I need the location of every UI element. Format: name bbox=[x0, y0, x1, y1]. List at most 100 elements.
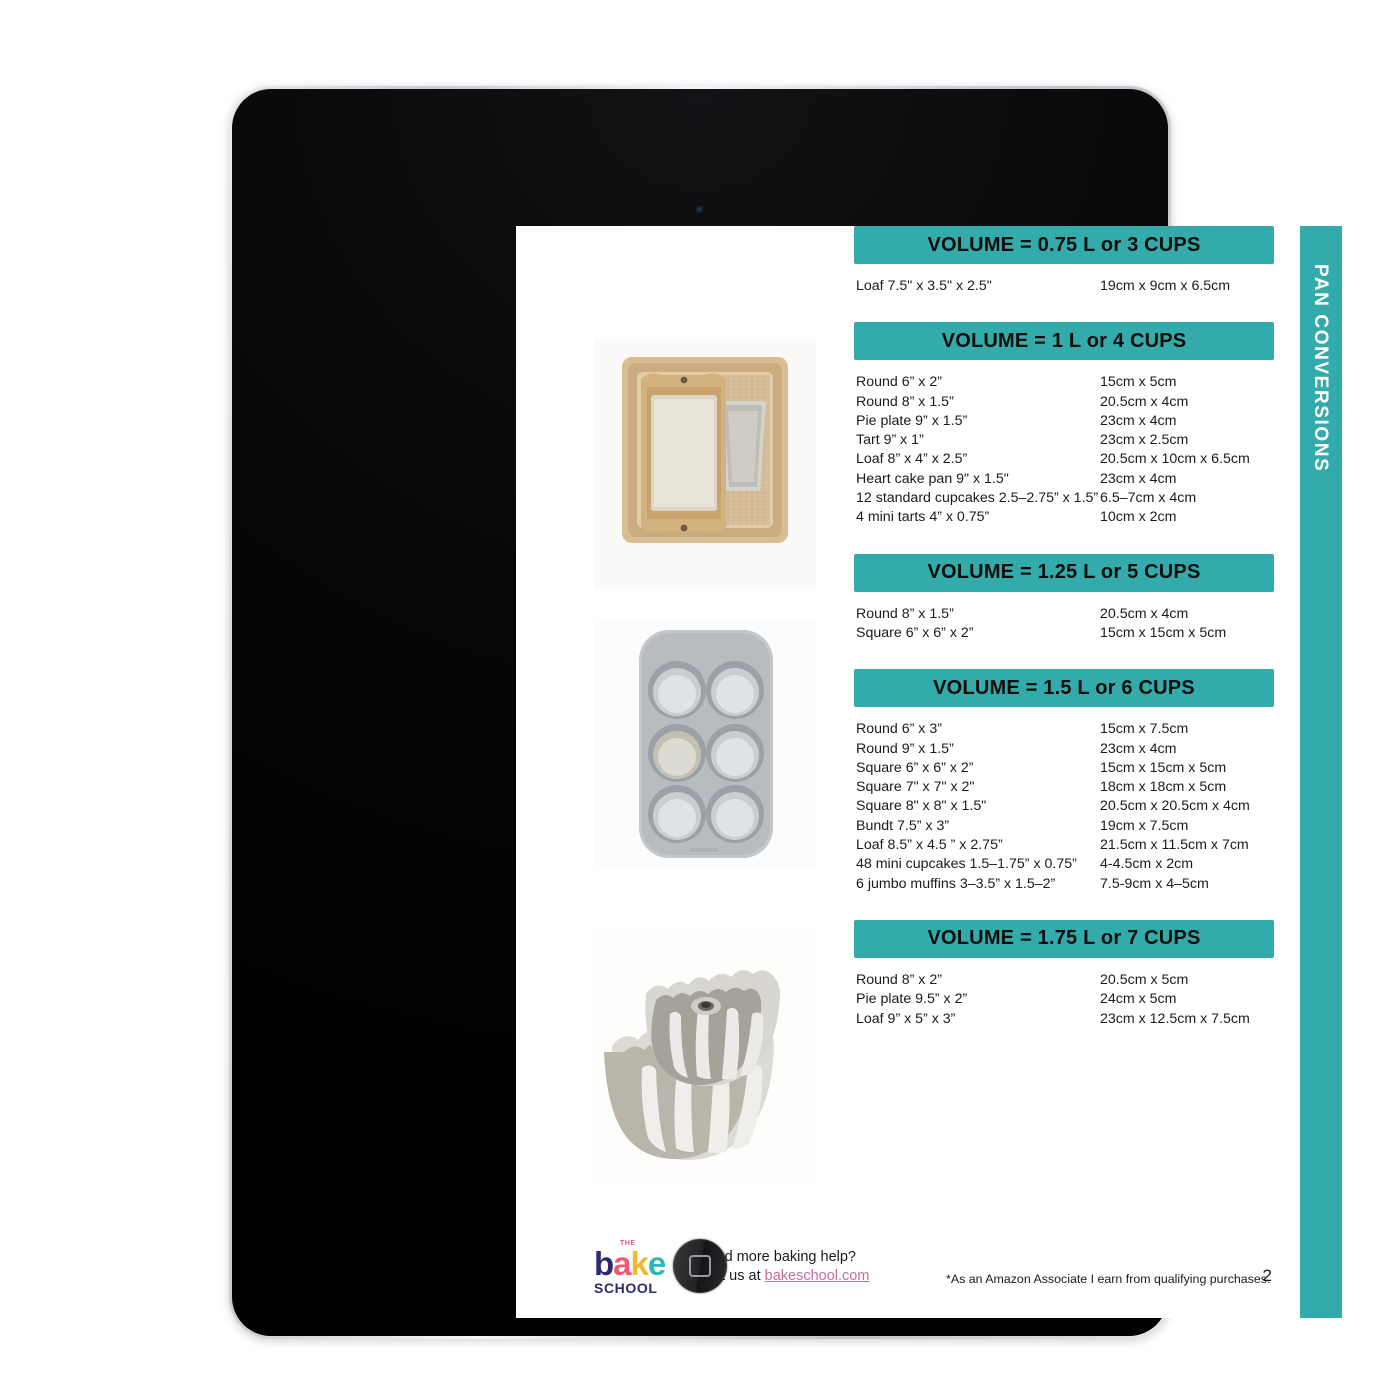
imperial-size: Loaf 8” x 4” x 2.5” bbox=[856, 451, 968, 468]
section-rows-1: Round 6” x 2” 15cm x 5cm Round 8” x 1.5” 2… bbox=[854, 373, 1274, 527]
section-header-0: VOLUME = 0.75 L or 3 CUPS bbox=[854, 226, 1274, 264]
section-header-3: VOLUME = 1.5 L or 6 CUPS bbox=[854, 669, 1274, 708]
imperial-size: 6 jumbo muffins 3–3.5” x 1.5–2” bbox=[856, 875, 1056, 892]
metric-size: 24cm x 5cm bbox=[1100, 991, 1177, 1008]
metric-size: 15cm x 5cm bbox=[1100, 374, 1177, 391]
imperial-size: 4 mini tarts 4” x 0.75” bbox=[856, 509, 990, 526]
screenshot-root: PAN CONVERSIONS VOLUME = 0.75 L or 3 CUP… bbox=[0, 0, 1400, 1400]
table-row: Loaf 8.5” x 4.5 ” x 2.75” 21.5cm x 11.5cm… bbox=[856, 836, 1274, 855]
section-rows-2: Round 8” x 1.5” 20.5cm x 4cm Square 6” x … bbox=[854, 605, 1274, 644]
metric-size: 21.5cm x 11.5cm x 7cm bbox=[1100, 837, 1249, 854]
table-row: Square 6” x 6” x 2” 15cm x 15cm x 5cm bbox=[856, 759, 1274, 778]
bakeschool-link[interactable]: bakeschool.com bbox=[765, 1268, 870, 1284]
imperial-size: Round 8” x 2” bbox=[856, 971, 942, 988]
tablet-screen: PAN CONVERSIONS VOLUME = 0.75 L or 3 CUP… bbox=[516, 226, 1342, 1318]
bake-school-logo: THE bake SCHOOL bbox=[594, 1240, 682, 1296]
metric-size: 20.5cm x 4cm bbox=[1100, 393, 1189, 410]
side-tab-label: PAN CONVERSIONS bbox=[1310, 264, 1331, 473]
table-row: Tart 9” x 1” 23cm x 2.5cm bbox=[856, 431, 1274, 450]
imperial-size: Square 6” x 6” x 2” bbox=[856, 624, 974, 641]
metric-size: 23cm x 4cm bbox=[1100, 740, 1177, 757]
imperial-size: Round 6” x 2” bbox=[856, 374, 942, 391]
metric-size: 20.5cm x 20.5cm x 4cm bbox=[1100, 798, 1250, 815]
table-row: 6 jumbo muffins 3–3.5” x 1.5–2” 7.5-9cm x… bbox=[856, 875, 1274, 894]
table-row: Bundt 7.5” x 3” 19cm x 7.5cm bbox=[856, 817, 1274, 836]
section-2: VOLUME = 1.25 L or 5 CUPS Round 8” x 1.5… bbox=[854, 553, 1274, 644]
logo-the-text: THE bbox=[620, 1240, 636, 1247]
metric-size: 15cm x 15cm x 5cm bbox=[1100, 759, 1227, 776]
table-row: 48 mini cupcakes 1.5–1.75” x 0.75” 4-4.5c… bbox=[856, 855, 1274, 874]
metric-size: 20.5cm x 10cm x 6.5cm bbox=[1100, 451, 1250, 468]
imperial-size: Loaf 8.5” x 4.5 ” x 2.75” bbox=[856, 837, 1003, 854]
table-row: Round 8” x 2” 20.5cm x 5cm bbox=[856, 971, 1274, 990]
metric-size: 7.5-9cm x 4–5cm bbox=[1100, 875, 1209, 892]
logo-bake-text: bake bbox=[594, 1247, 682, 1281]
metric-size: 19cm x 7.5cm bbox=[1100, 817, 1189, 834]
table-row: Round 6” x 2” 15cm x 5cm bbox=[856, 373, 1274, 392]
metric-size: 20.5cm x 5cm bbox=[1100, 971, 1189, 988]
imperial-size: Round 8” x 1.5” bbox=[856, 605, 954, 622]
conversion-tables: VOLUME = 0.75 L or 3 CUPS Loaf 7.5" x 3.… bbox=[854, 226, 1274, 1055]
table-row: Square 7" x 7" x 2" 18cm x 18cm x 5cm bbox=[856, 778, 1274, 797]
table-row: Round 8” x 1.5” 20.5cm x 4cm bbox=[856, 605, 1274, 624]
table-row: Loaf 7.5" x 3.5" x 2.5" 19cm x 9cm x 6.5… bbox=[856, 277, 1274, 296]
section-heading: VOLUME = 1.5 L or 6 CUPS bbox=[933, 676, 1195, 699]
metric-size: 15cm x 15cm x 5cm bbox=[1100, 624, 1227, 641]
table-row: 4 mini tarts 4” x 0.75” 10cm x 2cm bbox=[856, 508, 1274, 527]
section-rows-0: Loaf 7.5" x 3.5" x 2.5" 19cm x 9cm x 6.5… bbox=[854, 277, 1274, 296]
section-heading: VOLUME = 0.75 L or 3 CUPS bbox=[927, 233, 1201, 256]
metric-size: 23cm x 2.5cm bbox=[1100, 432, 1189, 449]
muffin-tin-photo bbox=[594, 618, 816, 870]
home-square-icon bbox=[689, 1255, 711, 1277]
imperial-size: 12 standard cupcakes 2.5–2.75” x 1.5” bbox=[856, 490, 1099, 507]
imperial-size: Round 6” x 3” bbox=[856, 721, 942, 738]
table-row: 12 standard cupcakes 2.5–2.75” x 1.5” 6.5… bbox=[856, 489, 1274, 508]
table-row: Loaf 8” x 4” x 2.5” 20.5cm x 10cm x 6.5cm bbox=[856, 450, 1274, 469]
section-header-1: VOLUME = 1 L or 4 CUPS bbox=[854, 322, 1274, 361]
metric-size: 10cm x 2cm bbox=[1100, 509, 1177, 526]
section-heading: VOLUME = 1 L or 4 CUPS bbox=[941, 329, 1187, 352]
section-heading: VOLUME = 1.75 L or 7 CUPS bbox=[927, 927, 1201, 950]
imperial-size: Round 8” x 1.5” bbox=[856, 393, 954, 410]
bundt-pans-photo bbox=[594, 926, 816, 1183]
amazon-disclaimer: *As an Amazon Associate I earn from qual… bbox=[946, 1272, 1271, 1286]
front-camera-icon bbox=[695, 206, 705, 215]
home-button[interactable] bbox=[673, 1239, 727, 1293]
metric-size: 6.5–7cm x 4cm bbox=[1100, 490, 1197, 507]
section-rows-3: Round 6” x 3” 15cm x 7.5cm Round 9” x 1.5… bbox=[854, 720, 1274, 894]
imperial-size: Pie plate 9” x 1.5” bbox=[856, 412, 968, 429]
metric-size: 23cm x 4cm bbox=[1100, 412, 1177, 429]
table-row: Heart cake pan 9" x 1.5" 23cm x 4cm bbox=[856, 470, 1274, 489]
page-number: 2 bbox=[1262, 1266, 1272, 1285]
imperial-size: Pie plate 9.5” x 2” bbox=[856, 991, 968, 1008]
table-row: Square 8" x 8" x 1.5" 20.5cm x 20.5cm x 4… bbox=[856, 797, 1274, 816]
metric-size: 20.5cm x 4cm bbox=[1100, 605, 1189, 622]
section-1: VOLUME = 1 L or 4 CUPS Round 6” x 2” 15cm… bbox=[854, 322, 1274, 527]
section-heading: VOLUME = 1.25 L or 5 CUPS bbox=[927, 561, 1201, 584]
pdf-page: PAN CONVERSIONS VOLUME = 0.75 L or 3 CUP… bbox=[516, 226, 1342, 1318]
imperial-size: 48 mini cupcakes 1.5–1.75” x 0.75” bbox=[856, 856, 1077, 873]
imperial-size: Bundt 7.5” x 3” bbox=[856, 817, 950, 834]
section-3: VOLUME = 1.5 L or 6 CUPS Round 6” x 3” 15… bbox=[854, 669, 1274, 894]
logo-school-text: SCHOOL bbox=[594, 1280, 658, 1296]
table-row: Loaf 9” x 5” x 3” 23cm x 12.5cm x 7.5cm bbox=[856, 1010, 1274, 1029]
metric-size: 18cm x 18cm x 5cm bbox=[1100, 779, 1227, 796]
imperial-size: Loaf 9” x 5” x 3” bbox=[856, 1010, 956, 1027]
table-row: Square 6” x 6” x 2” 15cm x 15cm x 5cm bbox=[856, 624, 1274, 643]
section-header-4: VOLUME = 1.75 L or 7 CUPS bbox=[854, 919, 1274, 958]
table-row: Round 8” x 1.5” 20.5cm x 4cm bbox=[856, 393, 1274, 412]
logo-letter-e: e bbox=[647, 1245, 666, 1282]
imperial-size: Square 6” x 6” x 2” bbox=[856, 759, 974, 776]
tablet-device: PAN CONVERSIONS VOLUME = 0.75 L or 3 CUP… bbox=[229, 86, 1342, 1339]
gold-loaf-pans-photo bbox=[594, 339, 816, 589]
imperial-size: Square 8" x 8" x 1.5" bbox=[856, 798, 987, 815]
section-4: VOLUME = 1.75 L or 7 CUPS Round 8” x 2” 2… bbox=[854, 919, 1274, 1029]
pan-conversions-side-tab: PAN CONVERSIONS bbox=[1300, 226, 1342, 1318]
metric-size: 19cm x 9cm x 6.5cm bbox=[1100, 278, 1231, 294]
imperial-size: Heart cake pan 9" x 1.5" bbox=[856, 470, 1009, 487]
metric-size: 4-4.5cm x 2cm bbox=[1100, 856, 1194, 873]
section-0: VOLUME = 0.75 L or 3 CUPS Loaf 7.5" x 3.… bbox=[854, 226, 1274, 296]
logo-letter-a: a bbox=[613, 1245, 631, 1282]
section-rows-4: Round 8” x 2” 20.5cm x 5cm Pie plate 9.5”… bbox=[854, 971, 1274, 1029]
section-header-2: VOLUME = 1.25 L or 5 CUPS bbox=[854, 553, 1274, 592]
